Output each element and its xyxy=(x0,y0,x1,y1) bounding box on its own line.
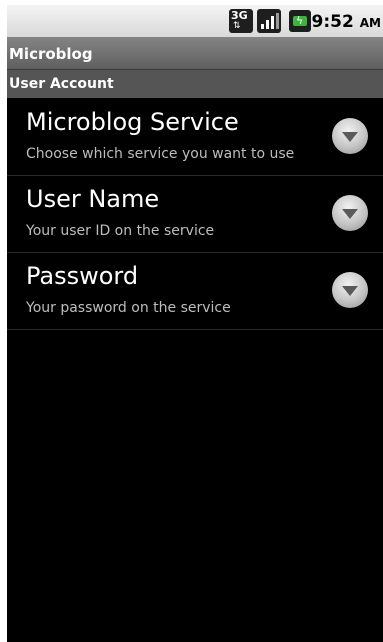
app-title-bar: Microblog xyxy=(7,37,383,70)
preference-password[interactable]: Password Your password on the service xyxy=(7,253,383,330)
charging-bolt-icon: ϟ xyxy=(296,14,304,27)
device-screen: 3G ⇅ ϟ 9:52 AM Microblog User Account Mi… xyxy=(7,5,383,642)
preference-title: Password xyxy=(26,262,139,290)
data-activity-icon: ⇅ xyxy=(233,21,241,31)
preference-summary: Your password on the service xyxy=(26,300,231,316)
dropdown-arrow-icon[interactable] xyxy=(332,118,368,154)
preference-summary: Choose which service you want to use xyxy=(26,146,295,162)
preference-user-name[interactable]: User Name Your user ID on the service xyxy=(7,176,383,253)
status-bar: 3G ⇅ ϟ 9:52 AM xyxy=(7,5,383,37)
preference-microblog-service[interactable]: Microblog Service Choose which service y… xyxy=(7,99,383,176)
signal-bar xyxy=(271,16,274,29)
dropdown-arrow-icon[interactable] xyxy=(332,195,368,231)
dropdown-arrow-icon[interactable] xyxy=(332,272,368,308)
3g-network-icon: 3G ⇅ xyxy=(229,9,253,33)
status-clock: 9:52 AM xyxy=(312,12,381,32)
clock-ampm: AM xyxy=(359,16,381,30)
preference-category-header: User Account xyxy=(7,70,383,98)
app-title: Microblog xyxy=(9,45,93,63)
signal-bar xyxy=(266,20,269,29)
battery-charging-icon: ϟ xyxy=(289,10,311,32)
category-title: User Account xyxy=(9,76,114,92)
preference-title: User Name xyxy=(26,185,160,213)
clock-time: 9:52 xyxy=(311,12,354,32)
preference-summary: Your user ID on the service xyxy=(26,223,215,239)
preference-title: Microblog Service xyxy=(26,108,239,136)
signal-bar xyxy=(276,13,279,29)
signal-bar xyxy=(261,24,264,29)
signal-strength-icon xyxy=(257,9,281,33)
